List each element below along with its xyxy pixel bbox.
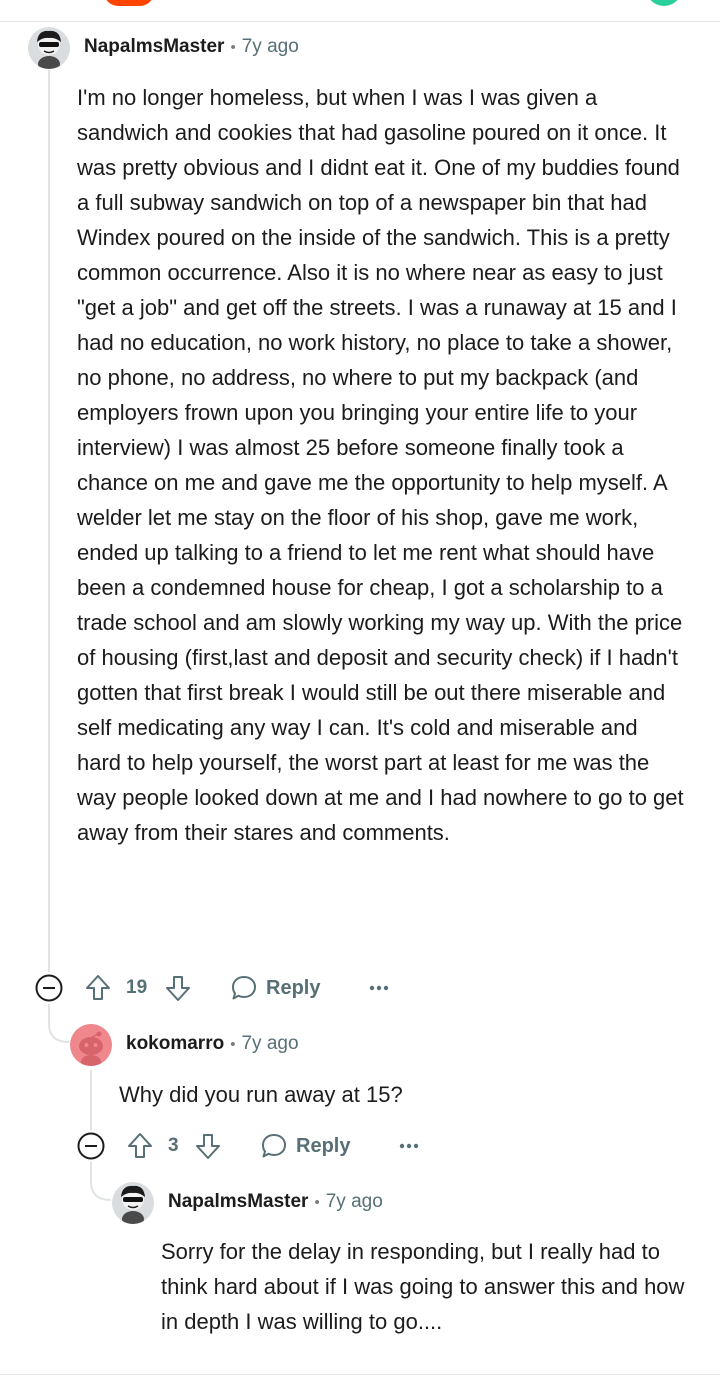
- reply-label: Reply: [296, 1134, 351, 1157]
- thread-line[interactable]: [48, 70, 50, 972]
- next-comment-preview: [0, 1374, 720, 1385]
- arrow-down-icon: [166, 976, 190, 1001]
- speech-bubble-icon: [232, 976, 256, 1000]
- vote-count-label: 3: [168, 1135, 179, 1156]
- timestamp[interactable]: 7y ago: [242, 36, 299, 57]
- downvote-button[interactable]: [194, 1126, 222, 1166]
- vote-count: 19: [126, 968, 147, 1008]
- upvote-button[interactable]: [84, 968, 112, 1008]
- reply-label: Reply: [266, 976, 321, 999]
- arrow-up-icon: [86, 975, 110, 1000]
- timestamp[interactable]: 7y ago: [326, 1191, 383, 1212]
- thread-line[interactable]: [90, 1070, 92, 1130]
- meta-separator: •: [314, 1194, 320, 1211]
- username[interactable]: NapalmsMaster: [84, 36, 224, 57]
- snoo-avatar-icon: [79, 1031, 103, 1066]
- comment-actions: 19 Reply: [34, 968, 434, 1008]
- collapse-button[interactable]: [76, 1126, 106, 1166]
- comment-meta: NapalmsMaster • 7y ago: [84, 35, 299, 60]
- collapse-button[interactable]: [34, 968, 64, 1008]
- ellipsis-icon: [369, 985, 389, 991]
- thread-connector: [48, 1004, 70, 1043]
- timestamp[interactable]: 7y ago: [241, 1033, 298, 1054]
- more-options-button[interactable]: [398, 1126, 420, 1166]
- comment-meta: kokomarro • 7y ago: [126, 1032, 299, 1057]
- speech-bubble-icon: [262, 1134, 286, 1158]
- avatar[interactable]: [112, 1182, 154, 1224]
- downvote-button[interactable]: [164, 968, 192, 1008]
- upvote-button[interactable]: [126, 1126, 154, 1166]
- comment-body: Why did you run away at 15?: [119, 1082, 403, 1107]
- comment-meta: NapalmsMaster • 7y ago: [168, 1190, 383, 1215]
- reply-button[interactable]: Reply: [230, 968, 320, 1008]
- reply-button[interactable]: Reply: [260, 1126, 350, 1166]
- arrow-up-icon: [128, 1133, 152, 1158]
- minus-circle-icon: [35, 974, 63, 1002]
- comment-actions: 3 Reply: [76, 1126, 476, 1166]
- minus-circle-icon: [77, 1132, 105, 1160]
- ellipsis-icon: [399, 1143, 419, 1149]
- vote-count-label: 19: [126, 977, 148, 998]
- snoo-avatar-icon: [37, 30, 61, 69]
- username[interactable]: kokomarro: [126, 1033, 224, 1054]
- arrow-down-icon: [196, 1134, 220, 1159]
- meta-separator: •: [230, 1036, 236, 1053]
- top-app-bar: [0, 0, 720, 22]
- avatar[interactable]: [70, 1024, 112, 1066]
- username[interactable]: NapalmsMaster: [168, 1191, 308, 1212]
- more-options-button[interactable]: [368, 968, 390, 1008]
- user-avatar[interactable]: [646, 0, 682, 6]
- snoo-avatar-icon: [121, 1185, 145, 1224]
- avatar[interactable]: [28, 27, 70, 69]
- comment-body: I'm no longer homeless, but when I was I…: [77, 85, 684, 845]
- vote-count: 3: [168, 1126, 179, 1166]
- meta-separator: •: [230, 39, 236, 56]
- thread-connector: [90, 1162, 112, 1201]
- reddit-logo-icon[interactable]: [104, 0, 154, 6]
- comment-body: Sorry for the delay in responding, but I…: [161, 1239, 685, 1334]
